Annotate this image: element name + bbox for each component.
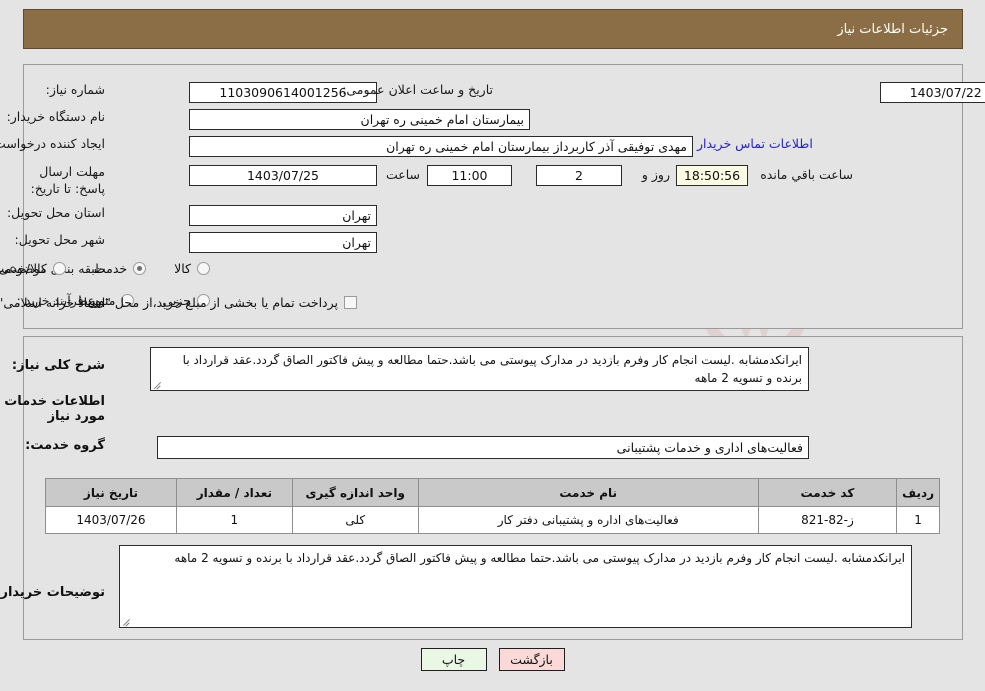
service-group-value: فعالیت‌های اداری و خدمات پشتیبانی (157, 436, 809, 459)
cell-radif: 1 (896, 506, 940, 534)
deadline-days-value: 2 (536, 165, 622, 186)
deadline-time-label: ساعت (385, 167, 420, 182)
deadline-countdown-value: 18:50:56 (676, 165, 748, 186)
table-header-radif: ردیف (896, 478, 940, 507)
request-creator-row: ایجاد کننده درخواست: (0, 136, 105, 151)
table-header-quantity: تعداد / مقدار (175, 478, 293, 507)
classification-option-label-0: کالا (174, 261, 191, 276)
classification-option-label-2: کالا/خدمت (0, 261, 47, 276)
need-number-row: شماره نیاز: (46, 82, 105, 97)
deadline-time-value: 11:00 (427, 165, 512, 186)
buyer-org-row: نام دستگاه خریدار: (7, 109, 105, 124)
service-group-label: گروه خدمت: (25, 438, 105, 453)
page-header: جزئیات اطلاعات نیاز (23, 9, 963, 49)
classification-option-khedmat[interactable]: خدمت (93, 261, 147, 276)
public-announce-row: تاریخ و ساعت اعلان عمومی: (342, 82, 493, 97)
treasury-bonds-checkbox-row[interactable]: پرداخت تمام یا بخشی از مبلغ خرید،از محل … (0, 295, 357, 310)
cell-quantity: 1 (175, 506, 293, 534)
buyer-notes-text: ایرانکدمشابه .لیست انجام کار وفرم بازدید… (174, 551, 905, 565)
city-value: تهران (189, 232, 377, 253)
services-table: ردیف کد خدمت نام خدمت واحد اندازه گیری ت… (45, 478, 940, 534)
general-desc-text: ایرانکدمشابه .لیست انجام کار وفرم بازدید… (182, 353, 802, 385)
deadline-days-suffix: روز و (641, 167, 670, 182)
table-header-code: کد خدمت (757, 478, 898, 507)
general-desc-label: شرح کلی نیاز: (11, 358, 105, 373)
table-row: 1 ز-82-821 فعالیت‌های اداره و پشتیبانی د… (45, 506, 940, 534)
city-row: شهر محل تحویل: (15, 232, 105, 247)
province-value: تهران (189, 205, 377, 226)
buyer-org-value: بیمارستان امام خمینی ره تهران (189, 109, 530, 130)
table-header-row: ردیف کد خدمت نام خدمت واحد اندازه گیری ت… (45, 478, 940, 507)
page-root: جزئیات اطلاعات نیاز AriaTender.net شماره… (0, 0, 985, 691)
resize-grip-icon[interactable] (122, 616, 132, 626)
radio-icon[interactable] (197, 262, 210, 275)
public-announce-value: 15:56 - 1403/07/22 (880, 82, 985, 103)
cell-unit: کلی (291, 506, 419, 534)
action-buttons: بازگشت چاپ (0, 648, 985, 671)
deadline-row: مهلت ارسال پاسخ: تا تاریخ: (15, 163, 105, 197)
province-row: استان محل تحویل: (7, 205, 105, 220)
resize-grip-icon[interactable] (153, 379, 163, 389)
checkbox-icon[interactable] (344, 296, 357, 309)
cell-name: فعالیت‌های اداره و پشتیبانی دفتر کار (417, 506, 759, 534)
province-label: استان محل تحویل: (6, 205, 105, 220)
classification-option-label-1: خدمت (93, 261, 128, 276)
back-button[interactable]: بازگشت (498, 648, 565, 671)
classification-options: کالا خدمت کالا/خدمت (0, 261, 210, 276)
general-desc-textarea[interactable]: ایرانکدمشابه .لیست انجام کار وفرم بازدید… (150, 347, 809, 391)
radio-icon[interactable] (133, 262, 147, 275)
table-header-name: نام خدمت (417, 478, 759, 507)
public-announce-label: تاریخ و ساعت اعلان عمومی: (342, 82, 493, 97)
buyer-contact-link[interactable]: اطلاعات تماس خریدار (697, 136, 813, 151)
cell-date: 1403/07/26 (45, 506, 177, 534)
deadline-date-value: 1403/07/25 (189, 165, 377, 186)
table-header-unit: واحد اندازه گیری (291, 478, 419, 507)
radio-icon[interactable] (52, 262, 66, 275)
table-header-date: تاریخ نیاز (45, 478, 177, 507)
cell-code: ز-82-821 (757, 506, 898, 534)
need-number-label: شماره نیاز: (45, 82, 105, 97)
buyer-org-label: نام دستگاه خریدار: (6, 109, 105, 124)
buyer-notes-textarea[interactable]: ایرانکدمشابه .لیست انجام کار وفرم بازدید… (119, 545, 912, 628)
print-button[interactable]: چاپ (420, 648, 487, 671)
request-creator-value: مهدی توفیقی آذر کاربرداز بیمارستان امام … (189, 136, 693, 157)
deadline-label: مهلت ارسال پاسخ: تا تاریخ: (30, 164, 105, 196)
deadline-countdown-suffix: ساعت باقي مانده (760, 167, 853, 182)
classification-option-kala[interactable]: کالا (174, 261, 210, 276)
treasury-bonds-checkbox-label: پرداخت تمام یا بخشی از مبلغ خرید،از محل … (0, 295, 338, 310)
page-title: جزئیات اطلاعات نیاز (837, 21, 948, 37)
need-info-panel (23, 64, 963, 329)
buyer-notes-label: توضیحات خریدار: (0, 585, 105, 600)
city-label: شهر محل تحویل: (14, 232, 105, 247)
classification-option-kala-khedmat[interactable]: کالا/خدمت (0, 261, 66, 276)
services-section-title: اطلاعات خدمات مورد نیاز (4, 394, 105, 424)
request-creator-label: ایجاد کننده درخواست: (0, 136, 105, 151)
